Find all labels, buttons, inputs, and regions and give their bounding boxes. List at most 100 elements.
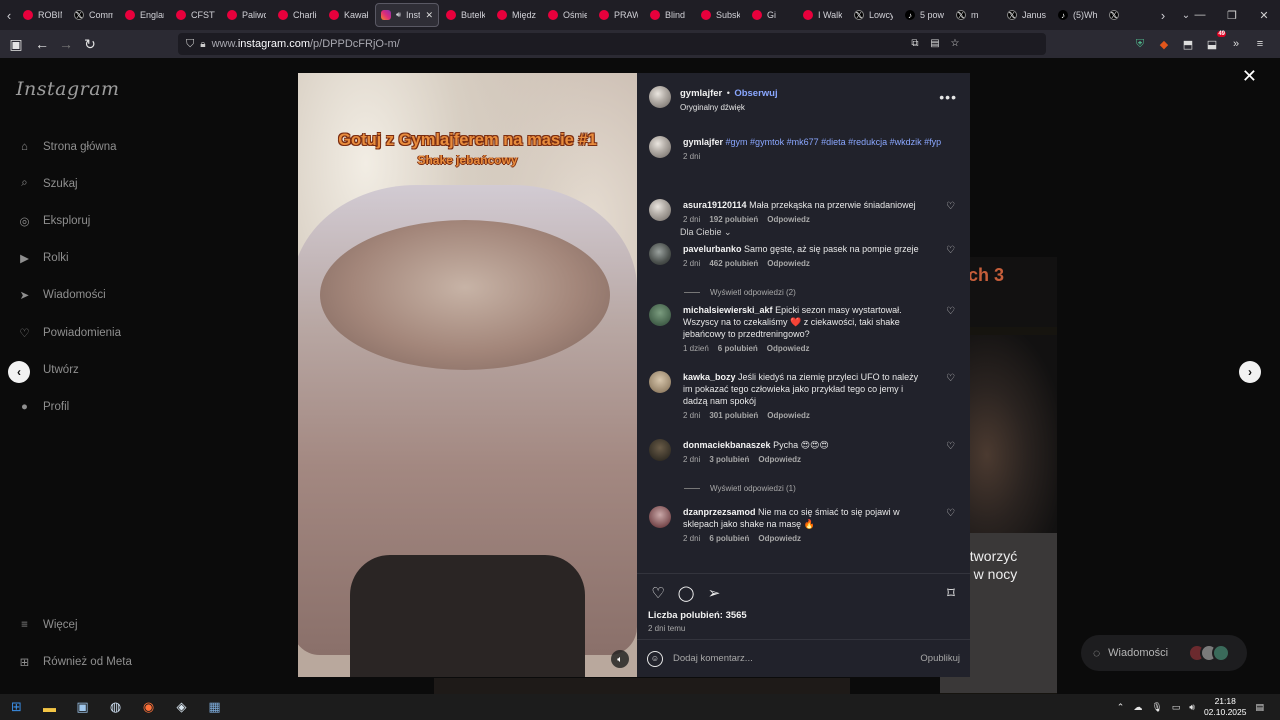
browser-tab[interactable]: Englan [120, 3, 169, 27]
menu-icon[interactable]: ≡ [1252, 36, 1268, 52]
sidebar-item-heart[interactable]: ♡ Powiadomienia [16, 314, 230, 351]
browser-tab[interactable]: Kawał [324, 3, 373, 27]
browser-tab[interactable]: Subsk [696, 3, 745, 27]
restore-icon[interactable]: ❐ [1216, 0, 1248, 30]
browser-tab[interactable]: 𝕏 Comm [69, 3, 118, 27]
comment-likes[interactable]: 192 polubień [709, 215, 758, 224]
comment-likes[interactable]: 3 polubień [709, 455, 749, 464]
windows-start-icon[interactable]: ⊞ [0, 694, 33, 720]
view-replies-button[interactable]: Wyświetl odpowiedzi (1) [684, 484, 796, 493]
reply-button[interactable]: Odpowiedz [758, 534, 801, 543]
sidebar-toggle-icon[interactable]: ▣ [4, 32, 28, 56]
publish-button[interactable]: Opublikuj [920, 653, 960, 664]
share-send-icon[interactable]: ➢ [705, 584, 723, 602]
clock[interactable]: 21:18 02.10.2025 [1204, 696, 1247, 718]
comment-like-heart-icon[interactable]: ♡ [946, 245, 955, 256]
sidebar-item-search[interactable]: ⌕ Szukaj [16, 165, 230, 202]
commenter-avatar[interactable] [649, 304, 671, 326]
comment-likes[interactable]: 6 polubień [718, 344, 758, 353]
reply-button[interactable]: Odpowiedz [758, 455, 801, 464]
calculator-icon[interactable]: ▦ [198, 694, 231, 720]
reply-button[interactable]: Odpowiedz [767, 411, 810, 420]
browser-tab[interactable]: 𝕏 Janus [1002, 3, 1051, 27]
reply-button[interactable]: Odpowiedz [767, 344, 810, 353]
volume-tray-icon[interactable]: 🔊︎ [1189, 702, 1195, 713]
reader-view-icon[interactable]: ▤ [928, 36, 942, 50]
tab-scroll-left-icon[interactable]: ‹ [0, 0, 18, 30]
close-modal-icon[interactable]: ✕ [1242, 66, 1257, 87]
browser-tab[interactable]: 𝕏 [1104, 3, 1153, 27]
bookmark-star-icon[interactable]: ☆ [948, 36, 962, 50]
commenter-avatar[interactable] [649, 243, 671, 265]
notifications-icon[interactable]: ▤ [1255, 702, 1264, 713]
reply-button[interactable]: Odpowiedz [767, 259, 810, 268]
commenter-avatar[interactable] [649, 199, 671, 221]
comment-like-heart-icon[interactable]: ♡ [946, 441, 955, 452]
comments-scroll-area[interactable]: gymlajfer #gym #gymtok #mk677 #dieta #re… [637, 121, 970, 573]
previous-post-button[interactable]: ‹ [8, 361, 30, 383]
firefox-icon[interactable]: ◉ [132, 694, 165, 720]
sidebar-item-explore[interactable]: ◎ Eksploruj [16, 202, 230, 239]
tray-overflow-icon[interactable]: ⌃ [1117, 702, 1125, 713]
like-heart-icon[interactable]: ♡ [649, 584, 667, 602]
comment-username[interactable]: asura19120114 [683, 200, 747, 210]
post-video[interactable]: Gotuj z Gymlajferem na masie #1 Shake je… [298, 73, 637, 677]
volume-icon[interactable]: 🔈︎ [611, 650, 629, 668]
browser-tab[interactable]: CFSTV [171, 3, 220, 27]
browser-tab[interactable]: 🔊︎ Insta ✕ [375, 3, 439, 27]
cloud-icon[interactable]: ☁ [1133, 702, 1142, 713]
sidebar-item-reels[interactable]: ▶ Rolki [16, 240, 230, 277]
comment-like-heart-icon[interactable]: ♡ [946, 373, 955, 384]
browser-tab[interactable]: 𝕏m [951, 3, 1000, 27]
messages-pill[interactable]: ◌ Wiadomości [1081, 635, 1247, 671]
display-icon[interactable]: ▭ [1172, 702, 1181, 713]
fox-extension-icon[interactable]: ◆ [1156, 36, 1172, 52]
extension-badge-icon[interactable]: ⬓ 49 [1204, 31, 1226, 52]
overflow-chevron-icon[interactable]: » [1228, 36, 1244, 52]
extensions-puzzle-icon[interactable]: ⬒ [1180, 36, 1196, 52]
comment-likes[interactable]: 462 polubień [709, 259, 758, 268]
more-options-icon[interactable]: ••• [939, 89, 957, 105]
emoji-icon[interactable]: ☺ [647, 650, 663, 667]
microphone-icon[interactable]: 🎙︎ [1151, 702, 1162, 713]
forward-icon[interactable]: → [54, 32, 78, 56]
save-bookmark-icon[interactable]: ⌑ [942, 584, 960, 602]
browser-tab[interactable]: Blind [645, 3, 694, 27]
monitor-app-icon[interactable]: ▣ [66, 694, 99, 720]
comment-bubble-icon[interactable]: ◯ [677, 584, 695, 602]
sidebar-item-plus[interactable]: ⊞Utwórz [16, 351, 230, 388]
commenter-avatar[interactable] [649, 439, 671, 461]
vpn-shield-icon[interactable]: ⛨ [1132, 36, 1148, 52]
commenter-avatar[interactable] [649, 506, 671, 528]
comment-like-heart-icon[interactable]: ♡ [946, 201, 955, 212]
instagram-logo[interactable]: Instagram [16, 78, 230, 100]
caption-username[interactable]: gymlajfer [683, 137, 723, 147]
browser-tab[interactable]: Butelk [441, 3, 490, 27]
browser-tab[interactable]: 𝕏 Lowcy [849, 3, 898, 27]
sidebar-item-more[interactable]: ≡ Więcej [16, 606, 132, 643]
comment-username[interactable]: michalsiewierski_akf [683, 305, 773, 315]
browser-tab[interactable]: Ośmie [543, 3, 592, 27]
comment-username[interactable]: donmaciekbanaszek [683, 440, 771, 450]
sidebar-item-profile[interactable]: ● Profil [16, 388, 230, 425]
reply-button[interactable]: Odpowiedz [767, 215, 810, 224]
browser-tab[interactable]: I Walk [798, 3, 847, 27]
sidebar-item-send[interactable]: ➤ Wiadomości [16, 277, 230, 314]
author-username[interactable]: gymlajfer [680, 88, 722, 99]
caption-hashtags[interactable]: #gym #gymtok #mk677 #dieta #redukcja #wk… [726, 137, 942, 147]
browser-tab[interactable]: Paliwo [222, 3, 271, 27]
view-replies-button[interactable]: Wyświetl odpowiedzi (2) [684, 288, 796, 297]
author-avatar[interactable] [649, 136, 671, 158]
author-avatar[interactable] [649, 86, 671, 108]
comment-sort-dropdown[interactable]: Dla Ciebie ⌄ [680, 227, 732, 238]
tab-audio-icon[interactable]: 🔊︎ [396, 10, 401, 20]
follow-button[interactable]: Obserwuj [734, 88, 777, 99]
back-icon[interactable]: ← [30, 32, 54, 56]
reload-icon[interactable]: ↻ [78, 32, 102, 56]
comment-likes[interactable]: 6 polubień [709, 534, 749, 543]
comment-username[interactable]: kawka_bozy [683, 372, 736, 382]
browser-tab[interactable]: Międz [492, 3, 541, 27]
like-count[interactable]: Liczba polubień: 3565 [648, 610, 747, 621]
browser-tab[interactable]: PRAW [594, 3, 643, 27]
minimize-icon[interactable]: — [1184, 0, 1216, 30]
